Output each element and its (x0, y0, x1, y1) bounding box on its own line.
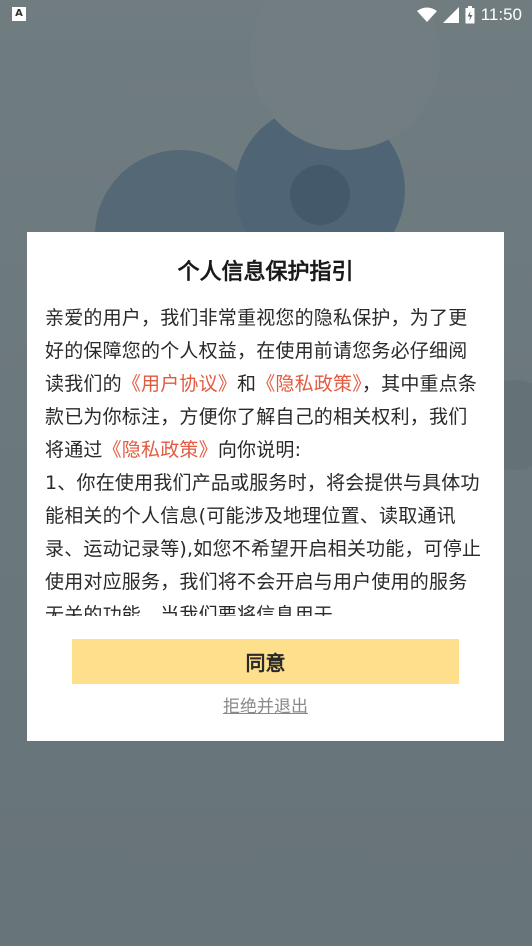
battery-icon (465, 6, 475, 24)
end-text: 向你说明: (217, 439, 302, 461)
refuse-and-exit-link[interactable]: 拒绝并退出 (27, 692, 504, 717)
privacy-paragraph-1: 亲爱的用户，我们非常重视您的隐私保护，为了更好的保障您的个人权益，在使用前请您务… (45, 302, 486, 467)
and-text: 和 (237, 373, 257, 395)
signal-icon (442, 7, 459, 23)
app-notification-icon: A (12, 7, 26, 21)
user-agreement-link[interactable]: 《用户协议》 (122, 373, 237, 395)
status-bar: A 11:50 (0, 0, 532, 30)
privacy-dialog: 个人信息保护指引 亲爱的用户，我们非常重视您的隐私保护，为了更好的保障您的个人权… (27, 232, 504, 741)
dialog-title: 个人信息保护指引 (177, 260, 354, 285)
agree-button[interactable]: 同意 (72, 639, 459, 684)
wifi-icon (416, 7, 437, 22)
status-icons: 11:50 (416, 4, 522, 26)
dialog-content[interactable]: 亲爱的用户，我们非常重视您的隐私保护，为了更好的保障您的个人权益，在使用前请您务… (45, 302, 486, 616)
clock: 11:50 (480, 5, 522, 24)
privacy-paragraph-2: 1、你在使用我们产品或服务时，将会提供与具体功能相关的个人信息(可能涉及地理位置… (45, 472, 482, 616)
privacy-policy-link[interactable]: 《隐私政策》 (256, 373, 362, 395)
privacy-policy-link-2[interactable]: 《隐私政策》 (103, 439, 218, 461)
